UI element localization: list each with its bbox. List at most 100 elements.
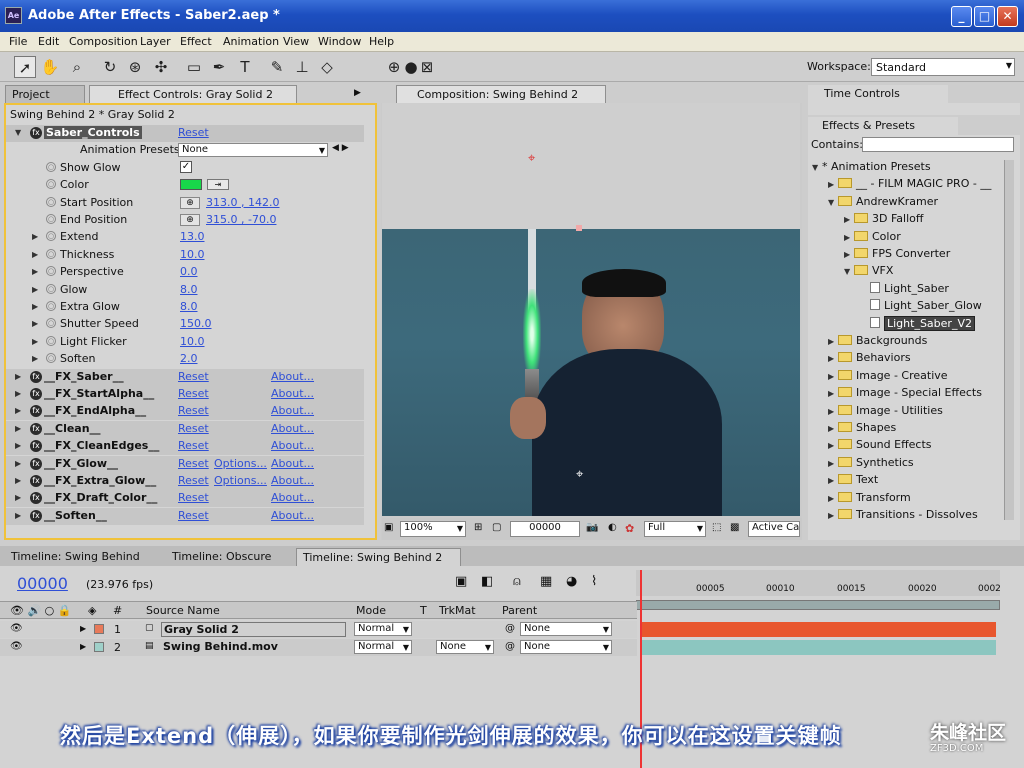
eye-icon[interactable]: 👁: [10, 623, 23, 634]
preset-tree-item[interactable]: ▶ Transform: [828, 491, 911, 508]
safe-zones-icon[interactable]: ⊞: [474, 522, 482, 533]
workspace-select[interactable]: Standard ▼: [871, 58, 1015, 76]
eye-icon[interactable]: 👁: [10, 641, 23, 652]
twirl-closed-icon[interactable]: ▶: [32, 354, 38, 363]
about-link[interactable]: About...: [271, 439, 314, 452]
layer-source-name[interactable]: Swing Behind.mov: [161, 640, 346, 653]
pick-whip-icon[interactable]: @: [505, 641, 515, 652]
twirl-closed-icon[interactable]: ▶: [32, 319, 38, 328]
twirl-closed-icon[interactable]: ▶: [828, 372, 838, 381]
tab-project[interactable]: Project: [5, 85, 85, 103]
effect-row[interactable]: ▶ fx __Clean__ Reset About...: [6, 420, 364, 438]
timeline-layer-row[interactable]: 👁 ▶ 2 ▤ Swing Behind.mov Normal ▼ None ▼ @…: [0, 638, 637, 656]
about-link[interactable]: About...: [271, 404, 314, 417]
fx-toggle-icon[interactable]: fx: [30, 422, 42, 435]
snapshot-icon[interactable]: 📷: [586, 522, 598, 533]
menu-layer[interactable]: Layer: [140, 35, 171, 48]
effect-row[interactable]: ▶ fx __FX_Draft_Color__ Reset About...: [6, 490, 364, 508]
preset-tree-item[interactable]: ▼ VFX: [844, 264, 893, 281]
work-area-bar[interactable]: [636, 600, 1000, 610]
point-picker-icon[interactable]: ⊕: [180, 214, 200, 226]
twirl-closed-icon[interactable]: ▶: [828, 441, 838, 450]
zoom-tool-icon[interactable]: ⌕: [66, 56, 88, 78]
preset-tree-item[interactable]: ▶ Image - Special Effects: [828, 386, 982, 403]
pen-tool-icon[interactable]: ✒: [208, 56, 230, 78]
twirl-closed-icon[interactable]: ▶: [828, 476, 838, 485]
stopwatch-icon[interactable]: ○: [46, 214, 56, 224]
twirl-closed-icon[interactable]: ▶: [32, 250, 38, 259]
stopwatch-icon[interactable]: ○: [46, 231, 56, 242]
resolution-select[interactable]: Full ▼: [644, 521, 706, 537]
reset-link[interactable]: Reset: [178, 474, 209, 487]
graph-editor-icon[interactable]: ⌇: [591, 574, 597, 589]
twirl-closed-icon[interactable]: ▶: [15, 459, 21, 468]
parent-select[interactable]: None ▼: [520, 639, 612, 654]
mask-view-icon[interactable]: ▢: [492, 522, 501, 533]
about-link[interactable]: About...: [271, 457, 314, 470]
contains-search-input[interactable]: [862, 137, 1014, 152]
about-link[interactable]: About...: [271, 370, 314, 383]
region-of-interest-icon[interactable]: ⬚: [712, 522, 721, 533]
twirl-closed-icon[interactable]: ▶: [828, 389, 838, 398]
stopwatch-icon[interactable]: ○: [46, 318, 56, 329]
fx-toggle-icon[interactable]: fx: [30, 457, 42, 470]
fx-toggle-icon[interactable]: fx: [30, 127, 42, 139]
preset-nav-arrows-icon[interactable]: ◀ ▶: [332, 143, 349, 153]
mode-select[interactable]: Normal ▼: [354, 639, 412, 654]
layer-duration-bar[interactable]: [642, 622, 996, 637]
twirl-closed-icon[interactable]: ▶: [15, 372, 21, 381]
draft-3d-icon[interactable]: ◧: [481, 574, 493, 589]
reset-link[interactable]: Reset: [178, 422, 209, 435]
monitor-icon[interactable]: ▣: [384, 522, 393, 533]
prop-value[interactable]: 8.0: [180, 283, 198, 296]
reset-link[interactable]: Reset: [178, 126, 209, 139]
twirl-closed-icon[interactable]: ▶: [15, 476, 21, 485]
preset-tree-item[interactable]: ▶ Text: [828, 473, 878, 490]
stopwatch-icon[interactable]: ○: [46, 196, 56, 207]
twirl-closed-icon[interactable]: ▶: [15, 441, 21, 450]
twirl-open-icon[interactable]: ▼: [15, 128, 21, 137]
layer-duration-bar[interactable]: [642, 639, 996, 655]
anchor-crosshair-icon[interactable]: ⌖: [528, 151, 535, 166]
preset-tree-item[interactable]: ▶ Transitions - Dissolves: [828, 508, 978, 525]
fx-toggle-icon[interactable]: fx: [30, 492, 42, 505]
zoom-select[interactable]: 100% ▼: [400, 521, 466, 537]
twirl-closed-icon[interactable]: ▶: [32, 232, 38, 241]
fx-toggle-icon[interactable]: fx: [30, 475, 42, 487]
fx-toggle-icon[interactable]: fx: [30, 405, 42, 418]
reset-link[interactable]: Reset: [178, 457, 209, 470]
fx-toggle-icon[interactable]: fx: [30, 440, 42, 453]
twirl-closed-icon[interactable]: ▶: [828, 407, 838, 416]
twirl-closed-icon[interactable]: ▶: [32, 302, 38, 311]
twirl-open-icon[interactable]: ▼: [844, 267, 854, 276]
twirl-closed-icon[interactable]: ▶: [828, 180, 838, 189]
menu-composition[interactable]: Composition: [69, 35, 138, 48]
stopwatch-icon[interactable]: ○: [46, 283, 56, 294]
stopwatch-icon[interactable]: ○: [46, 266, 56, 277]
fx-toggle-icon[interactable]: fx: [30, 509, 42, 522]
comp-viewer-image[interactable]: ⌖: [382, 229, 800, 516]
preset-tree-item[interactable]: ▶ Sound Effects: [828, 438, 932, 455]
rotation-tool-icon[interactable]: ↻: [99, 56, 121, 78]
channel-rgb-icon[interactable]: ✿: [625, 522, 634, 535]
active-camera-select[interactable]: Active Ca: [748, 521, 800, 537]
preset-tree-item[interactable]: ▶ Behaviors: [828, 351, 911, 368]
options-link[interactable]: Options...: [214, 457, 267, 470]
twirl-closed-icon[interactable]: ▶: [828, 494, 838, 503]
effect-row[interactable]: ▶ fx __FX_Glow__ Reset Options... About.…: [6, 455, 364, 473]
layer-source-name[interactable]: Gray Solid 2: [161, 622, 346, 637]
menu-help[interactable]: Help: [369, 35, 394, 48]
parent-select[interactable]: None ▼: [520, 622, 612, 636]
comp-mini-flowchart-icon[interactable]: ▣: [455, 574, 467, 589]
preset-tree-item[interactable]: Light_Saber: [860, 281, 949, 299]
eraser-tool-icon[interactable]: ◇: [316, 56, 338, 78]
menu-animation[interactable]: Animation: [223, 35, 279, 48]
orbit-camera-tool-icon[interactable]: ⊛: [124, 56, 146, 78]
twirl-closed-icon[interactable]: ▶: [15, 493, 21, 502]
twirl-closed-icon[interactable]: ▶: [844, 250, 854, 259]
reset-link[interactable]: Reset: [178, 439, 209, 452]
mode-select[interactable]: Normal ▼: [354, 622, 412, 636]
prop-value[interactable]: 0.0: [180, 265, 198, 278]
prop-value[interactable]: 315.0 , -70.0: [206, 213, 276, 226]
effect-row[interactable]: ▶ fx __FX_StartAlpha__ Reset About...: [6, 386, 364, 403]
